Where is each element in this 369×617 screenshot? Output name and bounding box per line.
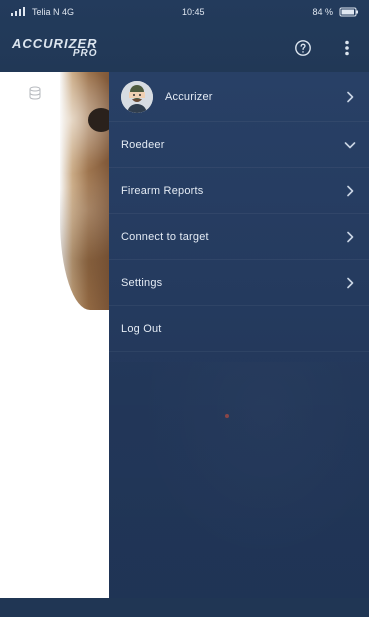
chevron-right-icon <box>343 90 357 104</box>
drawer-item-firearm-reports[interactable]: Firearm Reports <box>109 168 369 214</box>
chevron-down-icon <box>343 138 357 152</box>
status-time: 10:45 <box>181 7 205 17</box>
top-bar: Telia N 4G 10:45 84 % ACCURIZER PRO <box>0 0 369 72</box>
avatar <box>121 80 153 113</box>
drawer-empty-area <box>109 362 369 598</box>
help-icon[interactable] <box>293 38 313 58</box>
app-bar-actions <box>293 38 357 58</box>
profile-left: Accurizer <box>121 80 213 113</box>
drawer-item-log-out[interactable]: Log Out <box>109 306 369 352</box>
drawer-item-label: Roedeer <box>121 138 165 151</box>
app-bar: ACCURIZER PRO <box>0 24 369 72</box>
decorative-dot <box>225 414 229 418</box>
brand-sub-text: PRO <box>72 48 98 59</box>
chevron-right-icon <box>343 276 357 290</box>
drawer-item-label: Firearm Reports <box>121 184 204 197</box>
status-bar: Telia N 4G 10:45 84 % <box>0 0 369 24</box>
profile-row[interactable]: Accurizer <box>109 72 369 122</box>
more-icon[interactable] <box>337 38 357 58</box>
database-icon <box>28 86 42 102</box>
status-left: Telia N 4G <box>10 7 74 17</box>
drawer-item-label: Log Out <box>121 322 162 335</box>
brand-logo: ACCURIZER PRO <box>12 37 98 59</box>
drawer-item-label: Connect to target <box>121 230 209 243</box>
carrier-label: Telia N 4G <box>32 7 75 17</box>
main-content <box>0 72 112 598</box>
bottom-bar <box>0 598 369 617</box>
chevron-right-icon <box>343 230 357 244</box>
phone-screen: Telia N 4G 10:45 84 % ACCURIZER PRO Accu… <box>0 0 369 617</box>
drawer-item-connect-to-target[interactable]: Connect to target <box>109 214 369 260</box>
chevron-right-icon <box>343 184 357 198</box>
deer-image <box>60 72 112 310</box>
status-right: 84 % <box>312 7 359 17</box>
drawer-item-settings[interactable]: Settings <box>109 260 369 306</box>
drawer-item-roedeer[interactable]: Roedeer <box>109 122 369 168</box>
profile-name: Accurizer <box>165 90 213 103</box>
battery-percent: 84 % <box>312 7 333 17</box>
battery-icon <box>339 7 359 17</box>
signal-icon <box>10 7 26 17</box>
drawer-item-label: Settings <box>121 276 163 289</box>
navigation-drawer: Accurizer Roedeer Firearm Reports Connec… <box>109 72 369 598</box>
